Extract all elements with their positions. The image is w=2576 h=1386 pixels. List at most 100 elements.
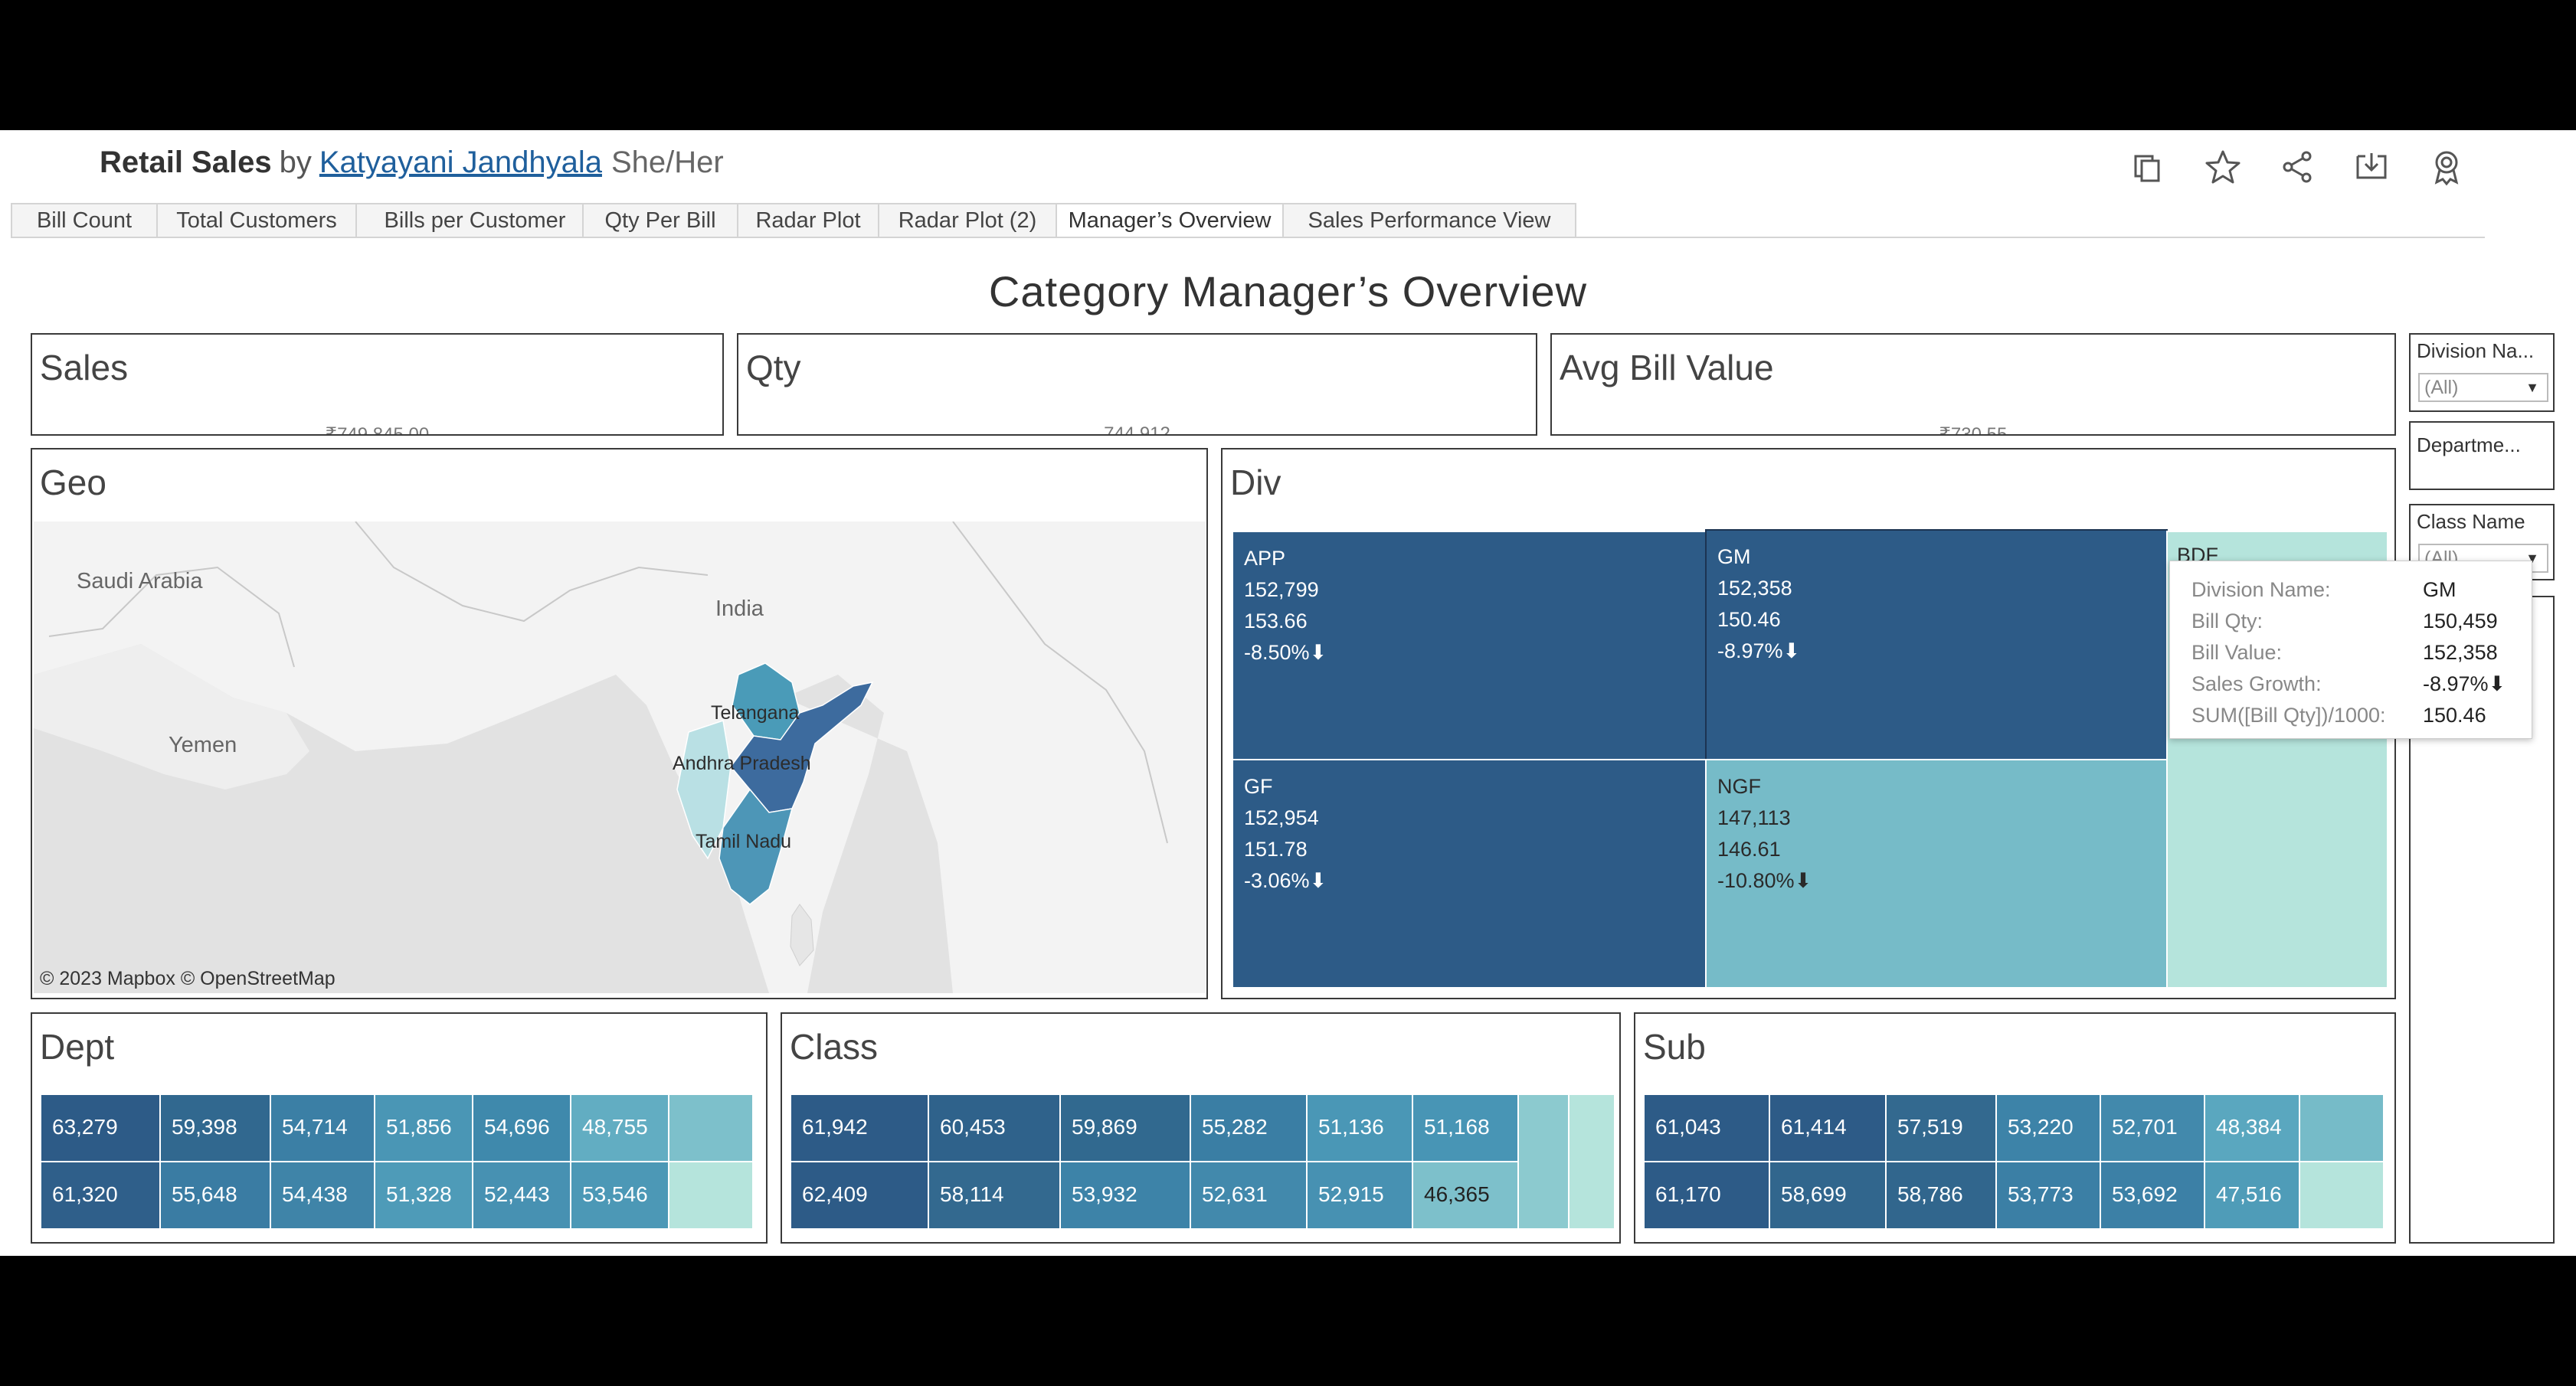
class-panel: Class 61,942 60,453 59,869 55,282 51,136… bbox=[781, 1012, 1621, 1244]
tooltip-row: Bill Value: 152,358 bbox=[2191, 641, 2498, 665]
division-filter-select[interactable]: (All) ▼ bbox=[2418, 373, 2548, 402]
treemap-cell-gf[interactable]: GF 152,954 151.78 -3.06%⬇ bbox=[1232, 759, 1707, 989]
share-icon[interactable] bbox=[2277, 147, 2317, 187]
download-icon[interactable] bbox=[2352, 147, 2391, 187]
treemap-cell-name: NGF bbox=[1717, 775, 1761, 798]
qty-kpi-title: Qty bbox=[746, 348, 801, 387]
sub-cell[interactable]: 58,699 bbox=[1769, 1161, 1887, 1230]
sub-cell[interactable]: 57,519 bbox=[1885, 1093, 1997, 1162]
sub-cell[interactable]: 53,773 bbox=[1995, 1161, 2101, 1230]
sub-cell[interactable]: 61,414 bbox=[1769, 1093, 1887, 1162]
tab-bills-per-customer[interactable]: Bills per Customer bbox=[355, 203, 594, 237]
sub-cell[interactable]: 61,170 bbox=[1643, 1161, 1770, 1230]
sheet-tabs: Bill Count Total Customers Bills per Cus… bbox=[11, 203, 2485, 238]
badge-icon[interactable] bbox=[2427, 147, 2466, 187]
class-name-filter-label: Class Name bbox=[2417, 510, 2525, 533]
class-cell[interactable]: 51,136 bbox=[1306, 1093, 1413, 1162]
geo-map[interactable]: Saudi Arabia Yemen India Telangana Andhr… bbox=[34, 521, 1206, 993]
tooltip-label: Division Name: bbox=[2191, 578, 2331, 601]
treemap-cell-growth: -8.50%⬇ bbox=[1244, 641, 1327, 664]
avg-bill-value-kpi-value: ₹730.55 bbox=[1939, 424, 2008, 436]
dept-cell[interactable]: 54,438 bbox=[270, 1161, 375, 1230]
yemen-label: Yemen bbox=[169, 733, 237, 757]
dept-cell[interactable] bbox=[668, 1161, 754, 1230]
author-link[interactable]: Katyayani Jandhyala bbox=[319, 145, 602, 179]
treemap-cell-growth: -3.06%⬇ bbox=[1244, 869, 1327, 892]
department-filter[interactable]: Departme... bbox=[2409, 421, 2555, 490]
class-cell[interactable]: 46,365 bbox=[1412, 1161, 1519, 1230]
dept-cell[interactable]: 61,320 bbox=[40, 1161, 161, 1230]
class-cell[interactable]: 59,869 bbox=[1059, 1093, 1191, 1162]
treemap-cell-gm[interactable]: GM 152,358 150.46 -8.97%⬇ bbox=[1705, 529, 2168, 760]
tooltip-row: SUM([Bill Qty])/1000: 150.46 bbox=[2191, 704, 2486, 727]
dept-cell[interactable] bbox=[668, 1093, 754, 1162]
class-cell[interactable]: 51,168 bbox=[1412, 1093, 1519, 1162]
avg-bill-value-kpi-panel[interactable]: Avg Bill Value ₹730.55 bbox=[1550, 333, 2396, 436]
dept-cell[interactable]: 51,856 bbox=[374, 1093, 473, 1162]
star-icon[interactable] bbox=[2203, 147, 2243, 187]
sub-title: Sub bbox=[1643, 1027, 1706, 1067]
tab-total-customers[interactable]: Total Customers bbox=[156, 203, 357, 237]
sub-cell[interactable]: 52,701 bbox=[2100, 1093, 2205, 1162]
sub-cell[interactable]: 47,516 bbox=[2204, 1161, 2300, 1230]
treemap-cell-name: APP bbox=[1244, 547, 1286, 570]
author-pronouns: She/Her bbox=[610, 145, 724, 179]
treemap-cell-value: 152,954 bbox=[1244, 806, 1319, 829]
class-cell[interactable]: 60,453 bbox=[928, 1093, 1061, 1162]
avg-bill-value-kpi-title: Avg Bill Value bbox=[1560, 348, 1774, 387]
dept-cell[interactable]: 54,696 bbox=[472, 1093, 571, 1162]
sales-kpi-panel[interactable]: Sales ₹749,845.00 bbox=[31, 333, 724, 436]
treemap-cell-growth: -8.97%⬇ bbox=[1717, 639, 1801, 662]
workbook-title: Retail Sales bbox=[100, 145, 272, 179]
class-cell[interactable]: 58,114 bbox=[928, 1161, 1061, 1230]
dept-cell[interactable]: 59,398 bbox=[159, 1093, 271, 1162]
class-cell[interactable]: 55,282 bbox=[1190, 1093, 1308, 1162]
india-label: India bbox=[715, 597, 764, 621]
sub-cell[interactable]: 61,043 bbox=[1643, 1093, 1770, 1162]
qty-kpi-panel[interactable]: Qty 744,912 bbox=[737, 333, 1537, 436]
tamil-nadu-label: Tamil Nadu bbox=[696, 831, 792, 852]
copy-icon[interactable] bbox=[2128, 147, 2168, 187]
dept-cell[interactable]: 53,546 bbox=[570, 1161, 669, 1230]
division-filter-label: Division Na... bbox=[2417, 339, 2535, 362]
tab-radar-plot[interactable]: Radar Plot bbox=[737, 203, 879, 237]
tab-qty-per-bill[interactable]: Qty Per Bill bbox=[582, 203, 738, 237]
class-cell[interactable]: 53,932 bbox=[1059, 1161, 1191, 1230]
class-cell[interactable]: 52,915 bbox=[1306, 1161, 1413, 1230]
dept-cell[interactable]: 54,714 bbox=[270, 1093, 375, 1162]
sub-panel: Sub 61,043 61,414 57,519 53,220 52,701 4… bbox=[1634, 1012, 2396, 1244]
tab-sales-performance-view[interactable]: Sales Performance View bbox=[1282, 203, 1576, 237]
tab-bill-count[interactable]: Bill Count bbox=[11, 203, 158, 237]
treemap-cell-ngf[interactable]: NGF 147,113 146.61 -10.80%⬇ bbox=[1705, 759, 2168, 989]
dropdown-caret-icon: ▼ bbox=[2525, 380, 2539, 395]
sales-kpi-value: ₹749,845.00 bbox=[325, 424, 430, 436]
sub-cell[interactable]: 48,384 bbox=[2204, 1093, 2300, 1162]
class-cell[interactable] bbox=[1517, 1093, 1569, 1230]
tooltip-value: 150,459 bbox=[2423, 610, 2498, 633]
class-cell[interactable]: 62,409 bbox=[790, 1161, 929, 1230]
treemap-cell-app[interactable]: APP 152,799 153.66 -8.50%⬇ bbox=[1232, 531, 1707, 760]
division-filter-value: (All) bbox=[2424, 377, 2459, 398]
division-filter: Division Na... (All) ▼ bbox=[2409, 333, 2555, 412]
tab-radar-plot-2[interactable]: Radar Plot (2) bbox=[878, 203, 1057, 237]
class-cell[interactable]: 61,942 bbox=[790, 1093, 929, 1162]
saudi-arabia-label: Saudi Arabia bbox=[77, 569, 203, 593]
by-text: by bbox=[279, 145, 312, 179]
map-attribution: © 2023 Mapbox © OpenStreetMap bbox=[40, 968, 336, 989]
sub-cell[interactable] bbox=[2299, 1161, 2385, 1230]
sub-cell[interactable]: 58,786 bbox=[1885, 1161, 1997, 1230]
sub-cell[interactable]: 53,220 bbox=[1995, 1093, 2101, 1162]
dept-cell[interactable]: 55,648 bbox=[159, 1161, 271, 1230]
dept-cell[interactable]: 63,279 bbox=[40, 1093, 161, 1162]
dept-cell[interactable]: 48,755 bbox=[570, 1093, 669, 1162]
class-cell[interactable] bbox=[1568, 1093, 1615, 1230]
sub-cell[interactable]: 53,692 bbox=[2100, 1161, 2205, 1230]
tab-managers-overview[interactable]: Manager’s Overview bbox=[1056, 203, 1284, 237]
dept-cell[interactable]: 52,443 bbox=[472, 1161, 571, 1230]
treemap-cell-value: 152,358 bbox=[1717, 577, 1792, 600]
dept-cell[interactable]: 51,328 bbox=[374, 1161, 473, 1230]
dept-title: Dept bbox=[40, 1027, 115, 1067]
class-cell[interactable]: 52,631 bbox=[1190, 1161, 1308, 1230]
tooltip-value: -8.97%⬇ bbox=[2423, 672, 2506, 695]
sub-cell[interactable] bbox=[2299, 1093, 2385, 1162]
